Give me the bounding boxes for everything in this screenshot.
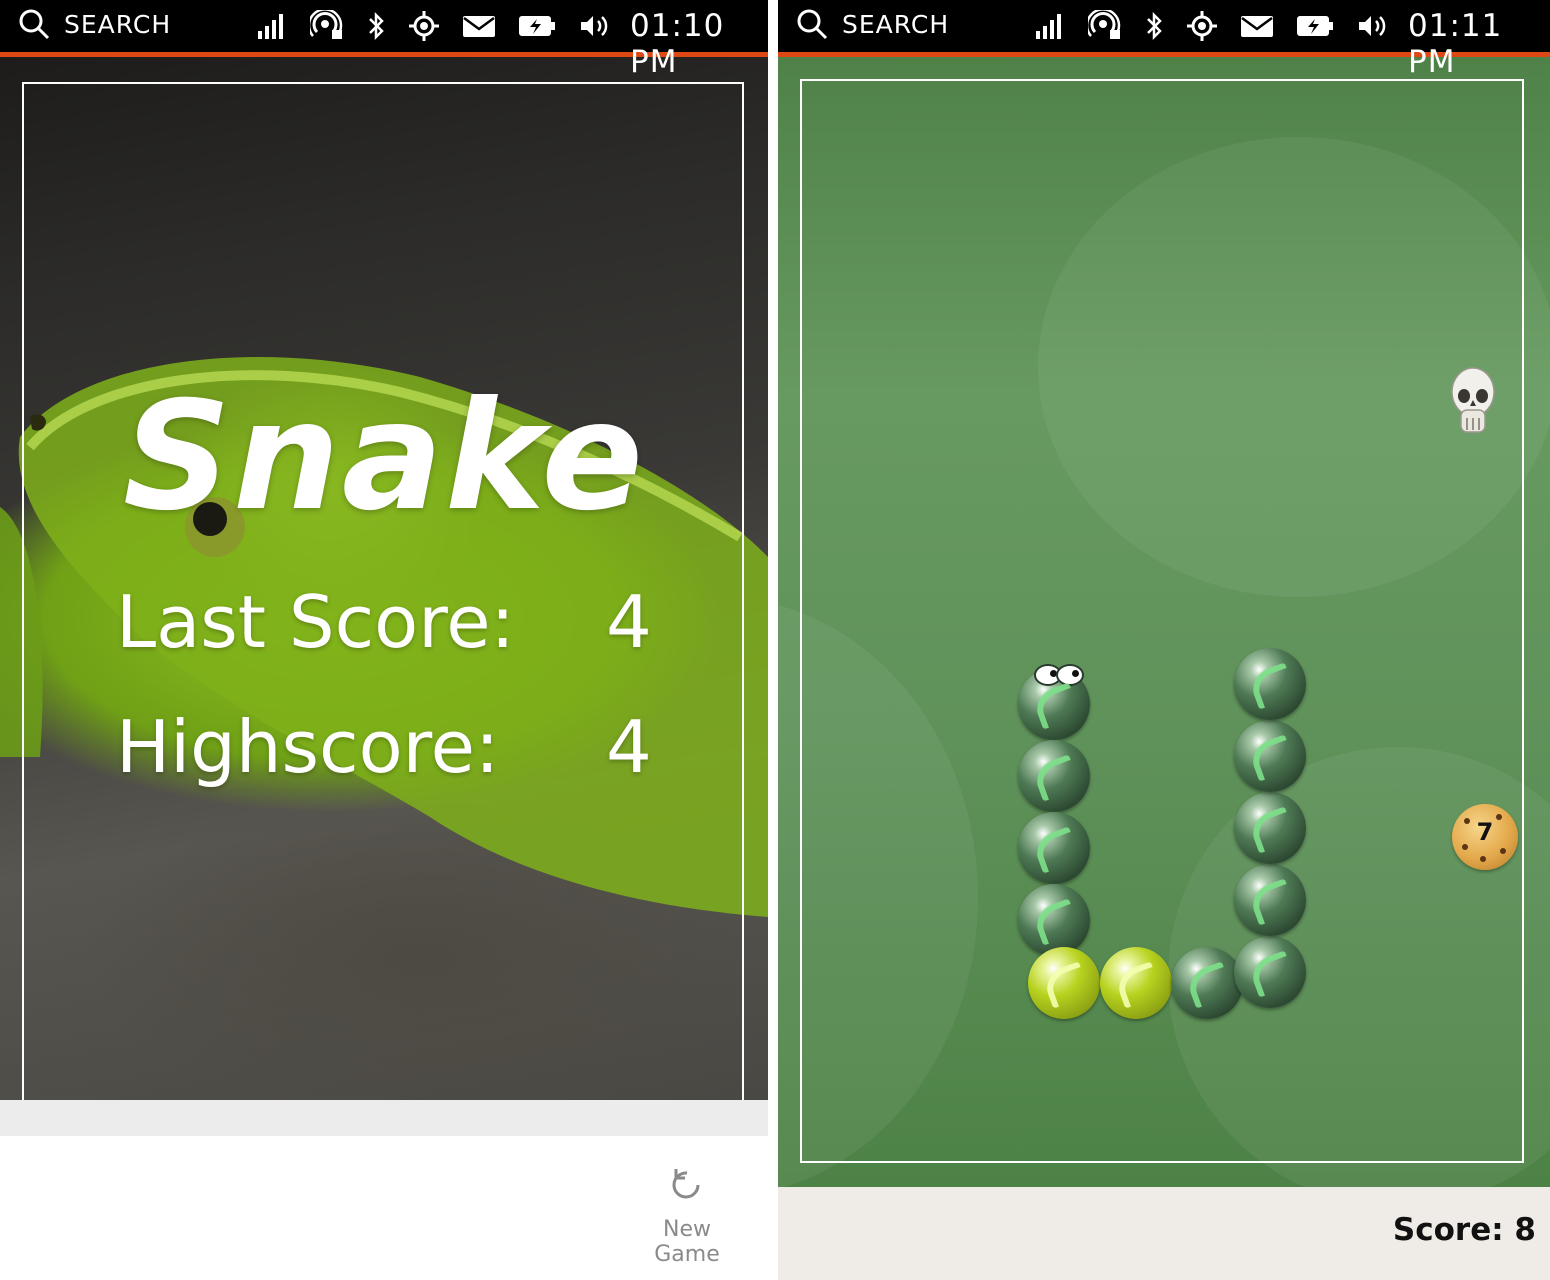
search-icon — [797, 9, 828, 40]
volume-icon[interactable] — [1356, 11, 1390, 41]
new-game-label: New Game — [654, 1217, 720, 1267]
hotspot-icon[interactable] — [1088, 10, 1122, 42]
skull-icon — [1451, 367, 1495, 433]
score-display: Score: 8 — [1392, 1212, 1536, 1248]
snake-segment — [1018, 812, 1090, 884]
signal-icon[interactable] — [1034, 11, 1066, 41]
cookie-food: 7 — [1452, 804, 1518, 870]
snake-segment — [1234, 720, 1306, 792]
highscore-label: Highscore: — [116, 705, 500, 789]
last-score-value: 4 — [606, 580, 652, 664]
mail-icon[interactable] — [1240, 13, 1274, 39]
game-screen: SEARCH 01:11 PM 7 Score: 8 — [778, 0, 1550, 1280]
search-label: SEARCH — [842, 9, 950, 39]
location-icon[interactable] — [408, 10, 440, 42]
search-button[interactable]: SEARCH — [18, 8, 171, 40]
cookie-value: 7 — [1476, 818, 1494, 846]
cookie-chip — [1480, 856, 1486, 862]
snake-tail — [1234, 648, 1306, 720]
volume-icon[interactable] — [578, 11, 612, 41]
hotspot-icon[interactable] — [310, 10, 344, 42]
battery-icon[interactable] — [1296, 13, 1334, 39]
snake-segment — [1234, 792, 1306, 864]
new-game-button[interactable]: New Game — [630, 1165, 744, 1267]
signal-icon[interactable] — [256, 11, 288, 41]
highscore-value: 4 — [606, 705, 652, 789]
search-icon — [19, 9, 50, 40]
snake-segment — [1171, 947, 1243, 1019]
screen-divider — [768, 0, 778, 1280]
start-screen: SEARCH 01:10 PM Snake Last Score: 4 High… — [0, 0, 768, 1280]
bottom-edge-strip — [0, 1100, 768, 1136]
status-bar: SEARCH 01:10 PM — [0, 0, 768, 80]
indicator-icons — [1034, 10, 1390, 42]
bluetooth-icon[interactable] — [366, 11, 386, 41]
location-icon[interactable] — [1186, 10, 1218, 42]
search-button[interactable]: SEARCH — [796, 8, 949, 40]
status-bar: SEARCH 01:11 PM — [778, 0, 1550, 80]
game-title: Snake — [122, 370, 646, 544]
cookie-chip — [1500, 848, 1506, 854]
snake-segment — [1018, 740, 1090, 812]
snake-eye — [1056, 664, 1084, 686]
bluetooth-icon[interactable] — [1144, 11, 1164, 41]
snake-segment — [1234, 864, 1306, 936]
last-score-label: Last Score: — [116, 580, 515, 664]
search-label: SEARCH — [64, 9, 172, 39]
snake-head — [1018, 664, 1090, 740]
snake-segment — [1100, 947, 1172, 1019]
reload-icon — [672, 1169, 700, 1199]
clock[interactable]: 01:11 PM — [1408, 8, 1550, 80]
snake-segment — [1018, 884, 1090, 956]
mail-icon[interactable] — [462, 13, 496, 39]
snake-segment — [1234, 936, 1306, 1008]
battery-icon[interactable] — [518, 13, 556, 39]
indicator-icons — [256, 10, 612, 42]
snake-segment — [1028, 947, 1100, 1019]
clock[interactable]: 01:10 PM — [630, 8, 768, 80]
